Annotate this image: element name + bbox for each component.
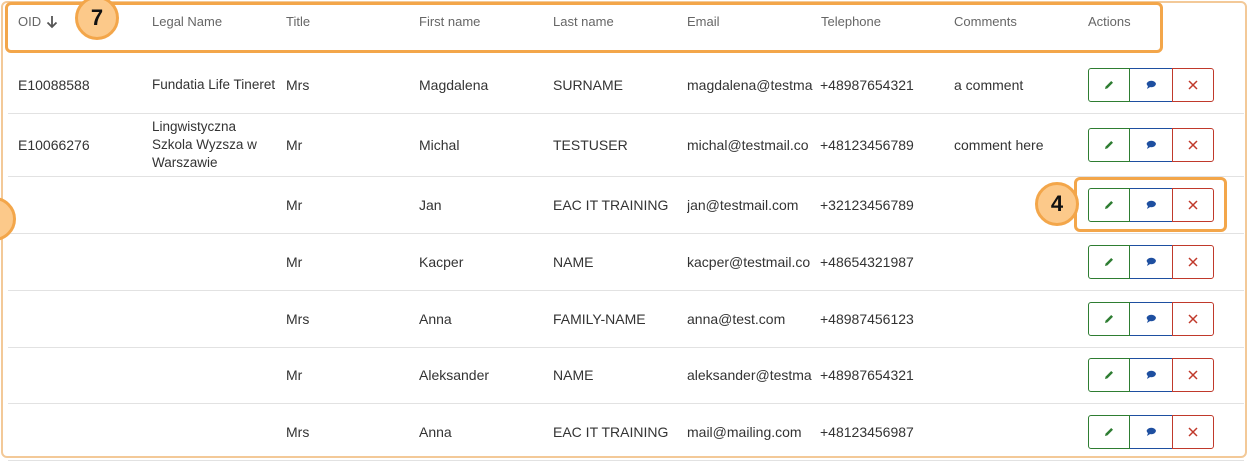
cell-email: aleksander@testma <box>687 367 812 383</box>
pencil-icon <box>1105 257 1113 266</box>
table-row: Mrs Anna FAMILY-NAME anna@test.com +48987456… <box>8 290 1244 348</box>
cell-email: mail@mailing.com <box>687 423 802 440</box>
cell-last-name: NAME <box>553 253 594 270</box>
cell-first-name: Michal <box>419 136 460 153</box>
cell-last-name: SURNAME <box>553 77 624 93</box>
cell-first-name: Jan <box>419 196 442 213</box>
cell-telephone: +48987654321 <box>820 367 914 383</box>
edit-button[interactable] <box>1088 244 1130 279</box>
cell-email: jan@testmail.com <box>687 196 799 213</box>
cell-telephone: +32123456789 <box>820 196 914 213</box>
pencil-icon <box>1105 371 1113 379</box>
close-icon <box>1188 426 1198 437</box>
cell-last-name: EAC IT TRAINING <box>553 423 669 440</box>
cell-title: Mrs <box>286 77 310 93</box>
cell-title: Mrs <box>286 310 310 327</box>
cell-first-name: Kacper <box>419 253 464 270</box>
cell-legal-name: Fundatia Life Tineret <box>152 77 276 92</box>
edit-button[interactable] <box>1088 414 1130 449</box>
speech-bubble-icon <box>1146 370 1156 379</box>
cell-legal-name: Lingwistyczna Szkola Wyzsza w Warszawie <box>152 118 257 170</box>
pencil-icon <box>1105 314 1113 323</box>
table-row: E10088588 Fundatia Life Tineret Mrs Magdale… <box>8 57 1244 114</box>
delete-button[interactable] <box>1172 244 1214 279</box>
row-actions <box>1088 244 1214 279</box>
comment-button[interactable] <box>1130 68 1172 102</box>
cell-comments: a comment <box>954 77 1024 93</box>
cell-telephone: +48987456123 <box>820 310 914 327</box>
delete-button[interactable] <box>1172 301 1214 336</box>
cell-telephone: +48123456789 <box>820 136 914 153</box>
close-icon <box>1188 139 1198 150</box>
edit-button[interactable] <box>1088 358 1130 392</box>
cell-last-name: TESTUSER <box>553 136 628 153</box>
close-icon <box>1188 80 1198 90</box>
row-actions <box>1088 127 1214 162</box>
cell-title: Mr <box>286 367 303 383</box>
pencil-icon <box>1105 140 1113 149</box>
header-highlight <box>5 2 1163 53</box>
cell-title: Mr <box>286 196 303 213</box>
cell-email: magdalena@testma <box>687 77 813 93</box>
delete-button[interactable] <box>1172 358 1214 392</box>
cell-email: kacper@testmail.co <box>687 253 811 270</box>
contacts-table: OID Legal Name Title First name Last nam… <box>0 0 1249 461</box>
cell-oid: E10066276 <box>18 136 90 153</box>
cell-first-name: Anna <box>419 310 452 327</box>
comment-button[interactable] <box>1130 358 1172 392</box>
cell-first-name: Magdalena <box>419 77 489 93</box>
speech-bubble-icon <box>1146 140 1156 149</box>
edit-button[interactable] <box>1088 127 1130 162</box>
cell-title: Mr <box>286 253 303 270</box>
comment-button[interactable] <box>1130 301 1172 336</box>
table-row: Mr Aleksander NAME aleksander@testma +489876… <box>8 347 1244 404</box>
speech-bubble-icon <box>1146 80 1156 89</box>
cell-telephone: +48987654321 <box>820 77 914 93</box>
delete-button[interactable] <box>1172 68 1214 102</box>
table-row: Mrs Anna EAC IT TRAINING mail@mailing.com +4… <box>8 403 1244 461</box>
cell-title: Mrs <box>286 423 310 440</box>
cell-comments: comment here <box>954 136 1044 153</box>
edit-button[interactable] <box>1088 68 1130 102</box>
close-icon <box>1188 370 1198 380</box>
table-row: Mr Kacper NAME kacper@testmail.co +486543219… <box>8 233 1244 291</box>
table-row: E10066276 Lingwistyczna Szkola Wyzsza w W… <box>8 113 1244 177</box>
cell-first-name: Anna <box>419 423 452 440</box>
cell-oid: E10088588 <box>18 77 90 93</box>
speech-bubble-icon <box>1146 427 1156 436</box>
comment-button[interactable] <box>1130 414 1172 449</box>
row-actions <box>1088 68 1214 102</box>
edit-button[interactable] <box>1088 301 1130 336</box>
cell-first-name: Aleksander <box>419 367 490 383</box>
row-actions <box>1088 301 1214 336</box>
cell-telephone: +48654321987 <box>820 253 914 270</box>
cell-last-name: NAME <box>553 367 594 383</box>
cell-last-name: EAC IT TRAINING <box>553 196 669 213</box>
delete-button[interactable] <box>1172 414 1214 449</box>
comment-button[interactable] <box>1130 244 1172 279</box>
pencil-icon <box>1105 427 1113 436</box>
callout-badge-actions: 4 <box>1035 182 1079 226</box>
pencil-icon <box>1105 81 1113 89</box>
delete-button[interactable] <box>1172 127 1214 162</box>
cell-email: michal@testmail.co <box>687 136 809 153</box>
row-actions <box>1088 358 1214 392</box>
cell-telephone: +48123456987 <box>820 423 914 440</box>
comment-button[interactable] <box>1130 127 1172 162</box>
speech-bubble-icon <box>1146 314 1156 323</box>
close-icon <box>1188 313 1198 324</box>
cell-email: anna@test.com <box>687 310 786 327</box>
row-actions <box>1088 414 1214 449</box>
close-icon <box>1188 256 1198 267</box>
actions-highlight <box>1074 177 1227 232</box>
speech-bubble-icon <box>1146 257 1156 266</box>
cell-title: Mr <box>286 136 303 153</box>
cell-last-name: FAMILY-NAME <box>553 310 646 327</box>
